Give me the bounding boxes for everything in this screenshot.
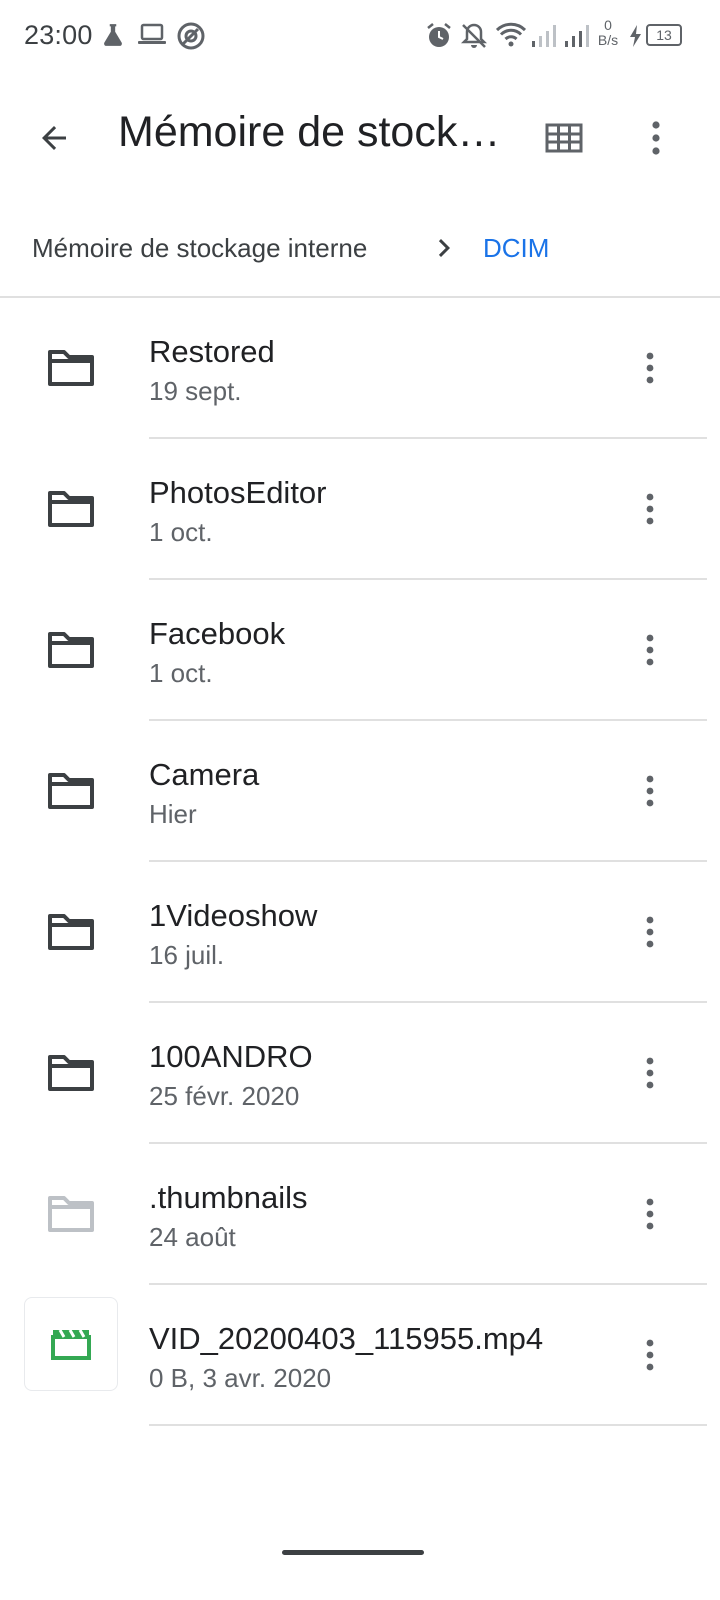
app-bar: Mémoire de stock… bbox=[0, 72, 720, 196]
laptop-icon bbox=[138, 23, 166, 44]
back-button[interactable] bbox=[22, 106, 86, 170]
item-meta: Hier bbox=[149, 799, 197, 829]
video-thumbnail bbox=[24, 1297, 118, 1391]
flask-icon bbox=[104, 24, 122, 46]
chevron-right-icon bbox=[438, 239, 450, 257]
more-vert-icon bbox=[646, 493, 654, 525]
signal-icon bbox=[532, 25, 556, 47]
item-name: 100ANDRO bbox=[149, 1039, 313, 1074]
page-title: Mémoire de stock… bbox=[118, 108, 501, 156]
charging-icon bbox=[630, 25, 641, 47]
divider bbox=[149, 1424, 707, 1426]
breadcrumb-current[interactable]: DCIM bbox=[483, 233, 549, 264]
list-item[interactable]: Camera Hier bbox=[0, 721, 720, 862]
item-more-button[interactable] bbox=[620, 1323, 680, 1387]
folder-icon bbox=[48, 491, 94, 527]
hidden-folder-icon bbox=[48, 1196, 94, 1232]
item-more-button[interactable] bbox=[620, 336, 680, 400]
item-more-button[interactable] bbox=[620, 1041, 680, 1105]
video-file-icon bbox=[51, 1329, 91, 1360]
wifi-icon bbox=[496, 22, 526, 47]
network-speed: 0 B/s bbox=[595, 18, 621, 48]
more-vert-icon bbox=[646, 634, 654, 666]
list-item[interactable]: 1Videoshow 16 juil. bbox=[0, 862, 720, 1003]
item-name: 1Videoshow bbox=[149, 898, 318, 933]
item-meta: 1 oct. bbox=[149, 658, 213, 688]
more-vert-icon bbox=[652, 121, 660, 155]
item-name: Restored bbox=[149, 334, 275, 369]
list-item[interactable]: 100ANDRO 25 févr. 2020 bbox=[0, 1003, 720, 1144]
more-vert-icon bbox=[646, 352, 654, 384]
list-item[interactable]: VID_20200403_115955.mp4 0 B, 3 avr. 2020 bbox=[0, 1285, 720, 1426]
status-bar: 23:00 0 B/s 13 bbox=[0, 0, 720, 72]
item-more-button[interactable] bbox=[620, 477, 680, 541]
item-meta: 19 sept. bbox=[149, 376, 242, 406]
item-name: VID_20200403_115955.mp4 bbox=[149, 1321, 544, 1356]
breadcrumb: Mémoire de stockage interne DCIM bbox=[0, 218, 720, 280]
folder-icon bbox=[48, 632, 94, 668]
list-item[interactable]: Restored 19 sept. bbox=[0, 298, 720, 439]
list-item[interactable]: .thumbnails 24 août bbox=[0, 1144, 720, 1285]
folder-icon bbox=[48, 350, 94, 386]
item-name: Facebook bbox=[149, 616, 286, 651]
more-options-button[interactable] bbox=[624, 106, 688, 170]
bell-off-icon bbox=[460, 23, 488, 48]
more-vert-icon bbox=[646, 1057, 654, 1089]
item-meta: 25 févr. 2020 bbox=[149, 1081, 300, 1111]
item-meta: 0 B, 3 avr. 2020 bbox=[149, 1363, 332, 1393]
item-meta: 1 oct. bbox=[149, 517, 213, 547]
folder-icon bbox=[48, 1055, 94, 1091]
app-circle-icon bbox=[177, 22, 205, 50]
arrow-back-icon bbox=[42, 126, 66, 150]
grid-view-button[interactable] bbox=[532, 106, 596, 170]
net-speed-unit: B/s bbox=[597, 32, 619, 48]
home-indicator[interactable] bbox=[282, 1550, 424, 1555]
folder-icon bbox=[48, 773, 94, 809]
item-meta: 16 juil. bbox=[149, 940, 225, 970]
item-more-button[interactable] bbox=[620, 1182, 680, 1246]
item-name: Camera bbox=[149, 757, 260, 792]
alarm-icon bbox=[427, 23, 451, 47]
list-item[interactable]: PhotosEditor 1 oct. bbox=[0, 439, 720, 580]
signal-icon bbox=[565, 25, 589, 47]
item-more-button[interactable] bbox=[620, 618, 680, 682]
grid-view-icon bbox=[545, 123, 583, 153]
status-time: 23:00 bbox=[24, 20, 93, 50]
breadcrumb-root[interactable]: Mémoire de stockage interne bbox=[32, 233, 367, 264]
net-speed-value: 0 bbox=[604, 17, 612, 33]
more-vert-icon bbox=[646, 916, 654, 948]
battery-level: 13 bbox=[656, 27, 672, 43]
folder-icon bbox=[48, 914, 94, 950]
item-more-button[interactable] bbox=[620, 759, 680, 823]
item-name: PhotosEditor bbox=[149, 475, 327, 510]
more-vert-icon bbox=[646, 775, 654, 807]
item-more-button[interactable] bbox=[620, 900, 680, 964]
item-meta: 24 août bbox=[149, 1222, 236, 1252]
list-item[interactable]: Facebook 1 oct. bbox=[0, 580, 720, 721]
battery-icon: 13 bbox=[646, 24, 682, 46]
item-name: .thumbnails bbox=[149, 1180, 308, 1215]
more-vert-icon bbox=[646, 1198, 654, 1230]
more-vert-icon bbox=[646, 1339, 654, 1371]
